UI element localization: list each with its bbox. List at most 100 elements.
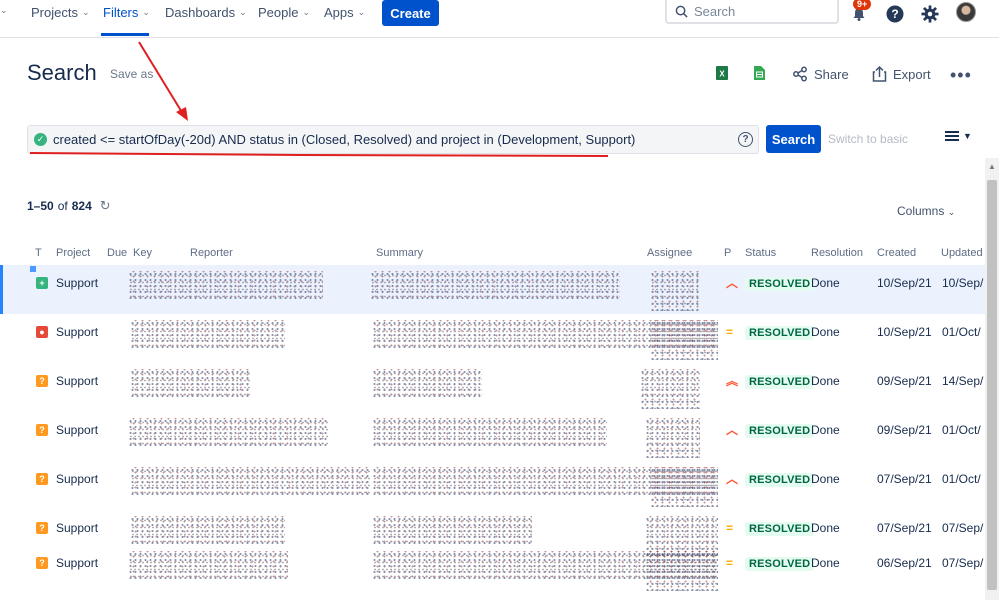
result-range: 1–50: [27, 199, 54, 213]
cell-project[interactable]: Support: [56, 521, 98, 535]
question-icon: ?: [36, 473, 48, 485]
question-icon: ?: [36, 424, 48, 436]
cell-resolution: Done: [811, 521, 840, 535]
col-header-type[interactable]: T: [35, 247, 42, 259]
redacted-assignee: [640, 369, 700, 409]
redacted-assignee: [645, 418, 700, 458]
nav-filters-label: Filters: [103, 5, 139, 20]
top-navigation: ⌄ Projects ⌄ Filters ⌄ Dashboards ⌄ Peop…: [0, 0, 999, 38]
col-header-due[interactable]: Due: [107, 247, 127, 259]
cell-resolution: Done: [811, 556, 840, 570]
col-header-project[interactable]: Project: [56, 247, 90, 259]
scroll-up-icon[interactable]: ▲: [988, 162, 996, 171]
refresh-icon[interactable]: ↻: [100, 198, 111, 214]
status-badge: RESOLVED: [745, 522, 815, 536]
col-header-assignee[interactable]: Assignee: [647, 247, 692, 259]
col-header-summary[interactable]: Summary: [376, 247, 423, 259]
priority-medium-icon: =: [726, 556, 734, 570]
priority-high-icon: ︿: [726, 276, 739, 290]
cell-project[interactable]: Support: [56, 472, 98, 486]
redacted-summary: [372, 516, 532, 544]
question-icon: ?: [36, 557, 48, 569]
gear-icon: [921, 5, 939, 23]
col-header-key[interactable]: Key: [133, 247, 152, 259]
nav-filters[interactable]: Filters ⌄: [103, 5, 150, 20]
help-button[interactable]: ?: [884, 3, 906, 25]
nav-chevron-partial[interactable]: ⌄: [0, 5, 8, 16]
excel-export-button[interactable]: X: [716, 66, 728, 85]
cell-project[interactable]: Support: [56, 325, 98, 339]
vertical-scrollbar[interactable]: ▲: [985, 158, 999, 600]
svg-text:?: ?: [891, 7, 898, 21]
columns-button[interactable]: Columns ⌄: [897, 204, 955, 218]
cell-created: 07/Sep/21: [877, 521, 932, 535]
nav-apps-label: Apps: [324, 5, 354, 20]
chevron-down-icon: ⌄: [302, 7, 311, 17]
nav-projects-label: Projects: [31, 5, 78, 20]
result-of: of: [57, 199, 68, 213]
cell-project[interactable]: Support: [56, 556, 98, 570]
cell-created: 06/Sep/21: [877, 556, 932, 570]
cell-updated: 01/Oct/: [942, 423, 981, 437]
search-button[interactable]: Search: [766, 125, 821, 153]
priority-medium-icon: =: [726, 325, 734, 339]
chevron-down-icon: ⌄: [947, 207, 956, 217]
export-button[interactable]: Export: [872, 66, 931, 82]
nav-dashboards[interactable]: Dashboards ⌄: [165, 5, 247, 20]
cell-resolution: Done: [811, 472, 840, 486]
nav-apps[interactable]: Apps ⌄: [324, 5, 365, 20]
svg-text:X: X: [719, 70, 725, 79]
redacted-assignee: [650, 320, 718, 360]
user-avatar[interactable]: [956, 2, 976, 22]
new-feature-icon: +: [36, 277, 48, 289]
cell-created: 09/Sep/21: [877, 374, 932, 388]
col-header-status[interactable]: Status: [745, 247, 776, 259]
cell-project[interactable]: Support: [56, 276, 98, 290]
jql-query-input[interactable]: ✓ created <= startOfDay(-20d) AND status…: [27, 125, 759, 154]
nav-projects[interactable]: Projects ⌄: [31, 5, 90, 20]
export-icon: [872, 66, 887, 82]
chevron-down-icon: ⌄: [357, 7, 366, 17]
question-icon: ?: [36, 375, 48, 387]
valid-query-icon: ✓: [34, 133, 47, 146]
cell-created: 07/Sep/21: [877, 472, 932, 486]
annotation-arrowhead: [176, 107, 188, 121]
priority-highest-icon: ︽: [726, 374, 739, 388]
status-badge: RESOLVED: [745, 557, 815, 571]
redacted-assignee: [645, 551, 718, 591]
share-label: Share: [814, 66, 849, 82]
cell-created: 10/Sep/21: [877, 276, 932, 290]
jql-help-icon[interactable]: ?: [738, 132, 753, 147]
redacted-key-reporter: [130, 320, 285, 348]
save-as-button[interactable]: Save as: [110, 67, 153, 81]
chevron-down-icon: ⌄: [81, 7, 90, 17]
status-badge: RESOLVED: [745, 326, 815, 340]
columns-label: Columns: [897, 204, 945, 218]
search-placeholder: Search: [694, 3, 736, 19]
switch-to-basic-link[interactable]: Switch to basic: [828, 132, 908, 146]
cell-project[interactable]: Support: [56, 374, 98, 388]
cell-resolution: Done: [811, 423, 840, 437]
sheets-export-button[interactable]: [754, 66, 765, 85]
status-badge: RESOLVED: [745, 473, 815, 487]
col-header-updated[interactable]: Updated: [941, 247, 983, 259]
col-header-priority[interactable]: P: [724, 247, 731, 259]
settings-button[interactable]: [919, 3, 941, 25]
scrollbar-thumb[interactable]: [987, 180, 997, 590]
nav-people[interactable]: People ⌄: [258, 5, 310, 20]
result-total: 824: [71, 199, 92, 213]
global-search-input[interactable]: Search: [665, 0, 839, 24]
create-button[interactable]: Create: [382, 0, 439, 26]
cell-resolution: Done: [811, 325, 840, 339]
help-icon: ?: [886, 5, 904, 23]
col-header-resolution[interactable]: Resolution: [811, 247, 863, 259]
active-tab-indicator: [101, 33, 149, 36]
cell-updated: 14/Sep/: [942, 374, 984, 388]
view-layout-toggle[interactable]: ▼: [945, 131, 972, 141]
col-header-created[interactable]: Created: [877, 247, 916, 259]
cell-project[interactable]: Support: [56, 423, 98, 437]
col-header-reporter[interactable]: Reporter: [190, 247, 233, 259]
more-actions-icon[interactable]: •••: [950, 65, 972, 86]
share-button[interactable]: Share: [792, 66, 849, 82]
redacted-assignee: [650, 467, 718, 507]
